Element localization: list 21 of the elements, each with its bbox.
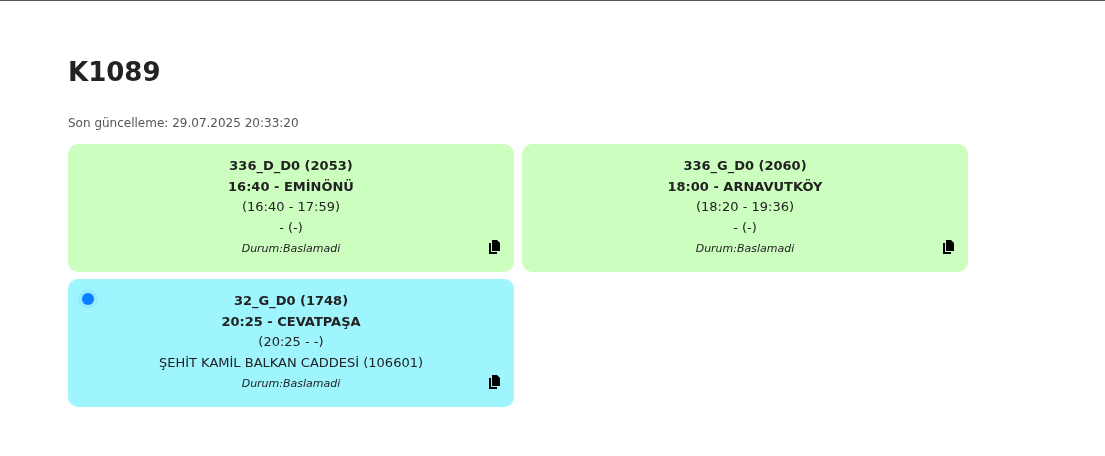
status-text: Durum:Baslamadi	[241, 377, 341, 391]
time-range-text: (18:20 - 19:36)	[696, 199, 794, 215]
trip-code: 336_G_D0 (2060)	[683, 158, 807, 174]
last-updated-text: Son güncelleme: 29.07.2025 20:33:20	[68, 115, 300, 133]
trip-code: 32_G_D0 (1748)	[233, 293, 349, 309]
active-indicator-dot	[82, 293, 94, 306]
status-text: Durum:Baslamadi	[241, 242, 341, 256]
departure-text: 16:40 - EMİNÖNÜ	[228, 178, 354, 194]
status-text: Durum:Baslamadi	[695, 242, 795, 256]
stop-text: - (-)	[733, 219, 757, 235]
stop-text: ŞEHİT KAMİL BALKAN CADDESİ (106601)	[158, 354, 424, 370]
departure-text: 18:00 - ARNAVUTKÖY	[667, 178, 823, 194]
departure-text: 20:25 - CEVATPAŞA	[221, 313, 361, 329]
trip-code: 336_D_D0 (2053)	[229, 158, 353, 174]
copy-icon[interactable]	[942, 240, 954, 255]
copy-icon[interactable]	[488, 240, 500, 255]
copy-icon[interactable]	[488, 375, 500, 390]
time-range-text: (20:25 - -)	[258, 334, 324, 350]
stop-text: - (-)	[279, 219, 303, 235]
page-title: K1089	[68, 57, 162, 89]
time-range-text: (16:40 - 17:59)	[242, 199, 340, 215]
